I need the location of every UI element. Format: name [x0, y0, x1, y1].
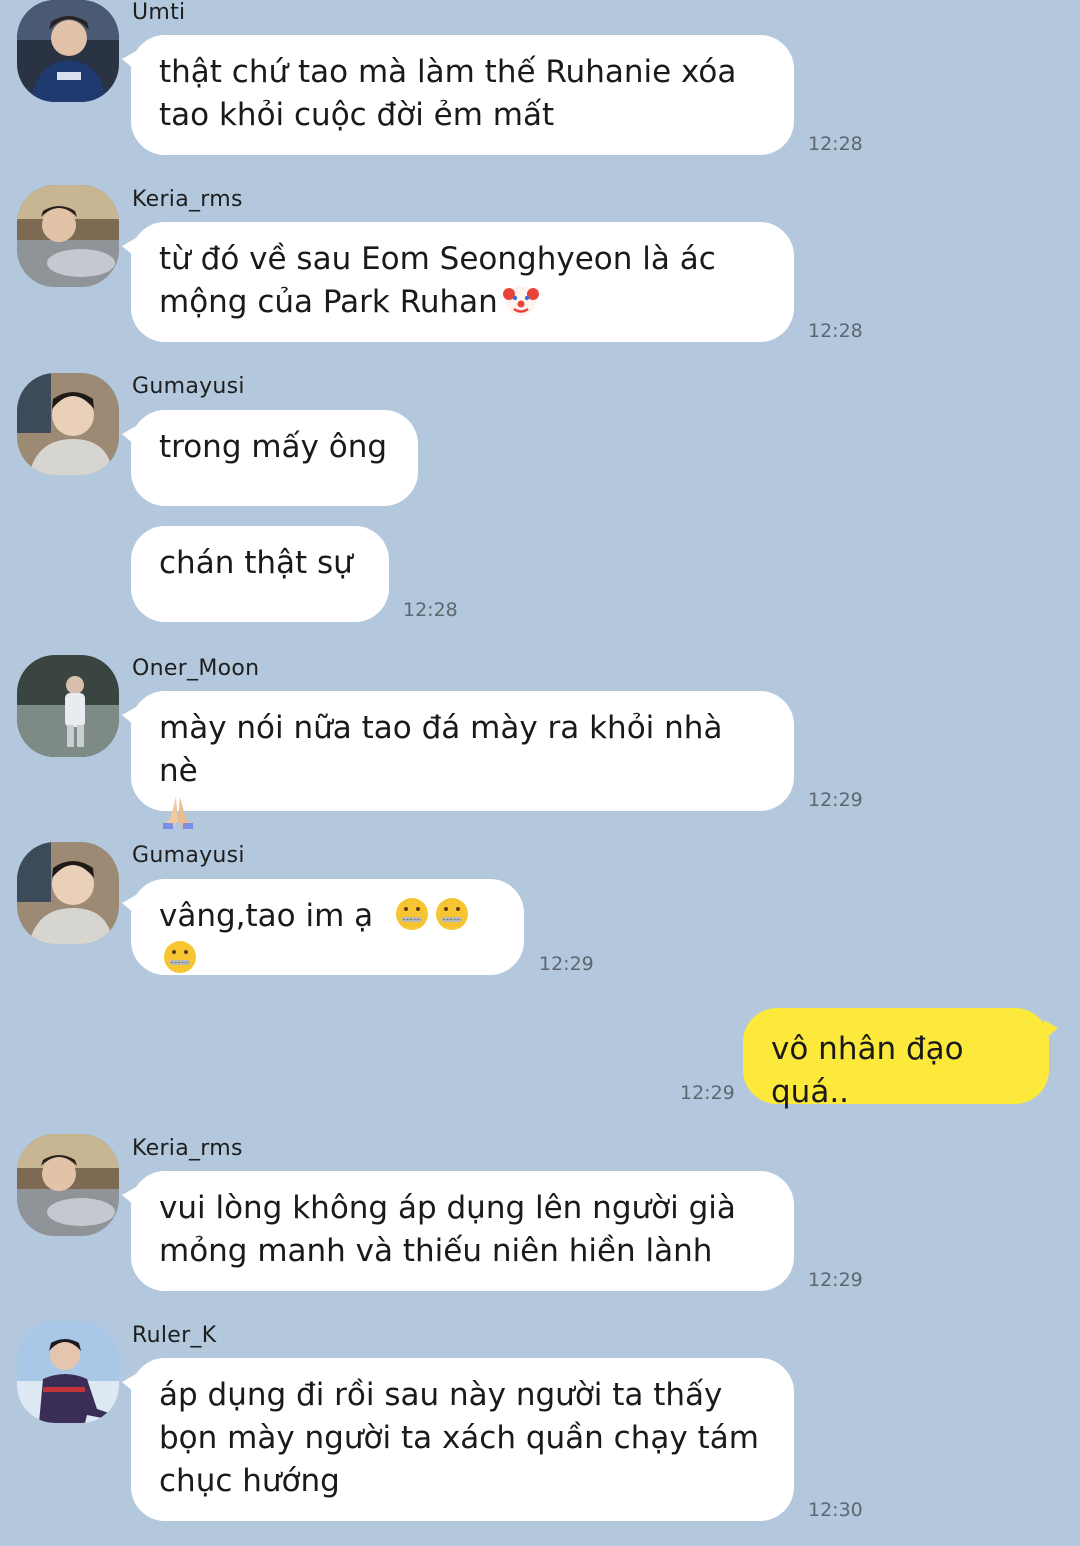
message-time: 12:29	[808, 1269, 863, 1291]
message-line: chục hướng	[159, 1463, 340, 1499]
sender-name: Ruler_K	[132, 1323, 217, 1348]
avatar[interactable]	[17, 842, 119, 944]
sender-name: Gumayusi	[132, 374, 245, 399]
avatar[interactable]	[17, 1134, 119, 1236]
message-time: 12:29	[680, 1082, 735, 1104]
sender-name: Umti	[132, 0, 186, 25]
message-line: vâng,tao im ạ	[159, 898, 374, 934]
zipper-mouth-face-icon	[393, 895, 431, 933]
chat-transcript: Umti thật chứ tao mà làm thế Ruhanie xóa…	[0, 0, 1080, 1546]
message-time: 12:28	[403, 599, 458, 621]
avatar[interactable]	[17, 373, 119, 475]
message-line: thật chứ tao mà làm thế Ruhanie xóa	[159, 54, 737, 90]
message-line: vui lòng không áp dụng lên người già	[159, 1190, 736, 1226]
message-line: trong mấy ông	[159, 429, 388, 465]
zipper-mouth-face-icon	[161, 938, 199, 976]
message-line: từ đó về sau Eom Seonghyeon là ác	[159, 241, 716, 277]
message-time: 12:28	[808, 320, 863, 342]
outgoing-message-bubble[interactable]: vô nhân đạo quá..	[743, 1008, 1058, 1110]
clown-face-icon	[502, 281, 540, 319]
avatar[interactable]	[17, 0, 119, 102]
folded-hands-icon	[159, 793, 197, 831]
message-time: 12:30	[808, 1499, 863, 1521]
message-bubble[interactable]: trong mấy ông	[122, 410, 418, 506]
message-bubble[interactable]: từ đó về sau Eom Seonghyeon là ác mộng c…	[122, 222, 794, 342]
message-time: 12:29	[539, 953, 594, 975]
message-time: 12:28	[808, 133, 863, 155]
message-line: tao khỏi cuộc đời ẻm mất	[159, 97, 555, 133]
message-line: mộng của Park Ruhan	[159, 284, 498, 320]
message-bubble[interactable]: chán thật sự	[131, 526, 389, 622]
message-time: 12:29	[808, 789, 863, 811]
message-bubble[interactable]: vâng,tao im ạ	[122, 879, 524, 976]
message-bubble[interactable]: thật chứ tao mà làm thế Ruhanie xóa tao …	[122, 35, 794, 155]
message-line: chán thật sự	[159, 545, 353, 581]
sender-name: Gumayusi	[132, 843, 245, 868]
zipper-mouth-face-icon	[433, 895, 471, 933]
message-line: bọn mày người ta xách quần chạy tám	[159, 1420, 759, 1456]
avatar[interactable]	[17, 185, 119, 287]
sender-name: Keria_rms	[132, 1136, 243, 1161]
message-bubble[interactable]: vui lòng không áp dụng lên người già mỏn…	[122, 1171, 794, 1291]
message-line: áp dụng đi rồi sau này người ta thấy	[159, 1377, 723, 1413]
message-line: vô nhân đạo quá..	[771, 1031, 964, 1110]
message-line: mày nói nữa tao đá mày ra khỏi nhà nè	[159, 710, 723, 789]
sender-name: Keria_rms	[132, 187, 243, 212]
avatar[interactable]	[17, 655, 119, 757]
avatar[interactable]	[17, 1321, 119, 1423]
message-bubble[interactable]: áp dụng đi rồi sau này người ta thấy bọn…	[122, 1358, 794, 1521]
sender-name: Oner_Moon	[132, 656, 260, 681]
message-line: mỏng manh và thiếu niên hiền lành	[159, 1233, 713, 1269]
message-bubble[interactable]: mày nói nữa tao đá mày ra khỏi nhà nè	[122, 691, 794, 829]
